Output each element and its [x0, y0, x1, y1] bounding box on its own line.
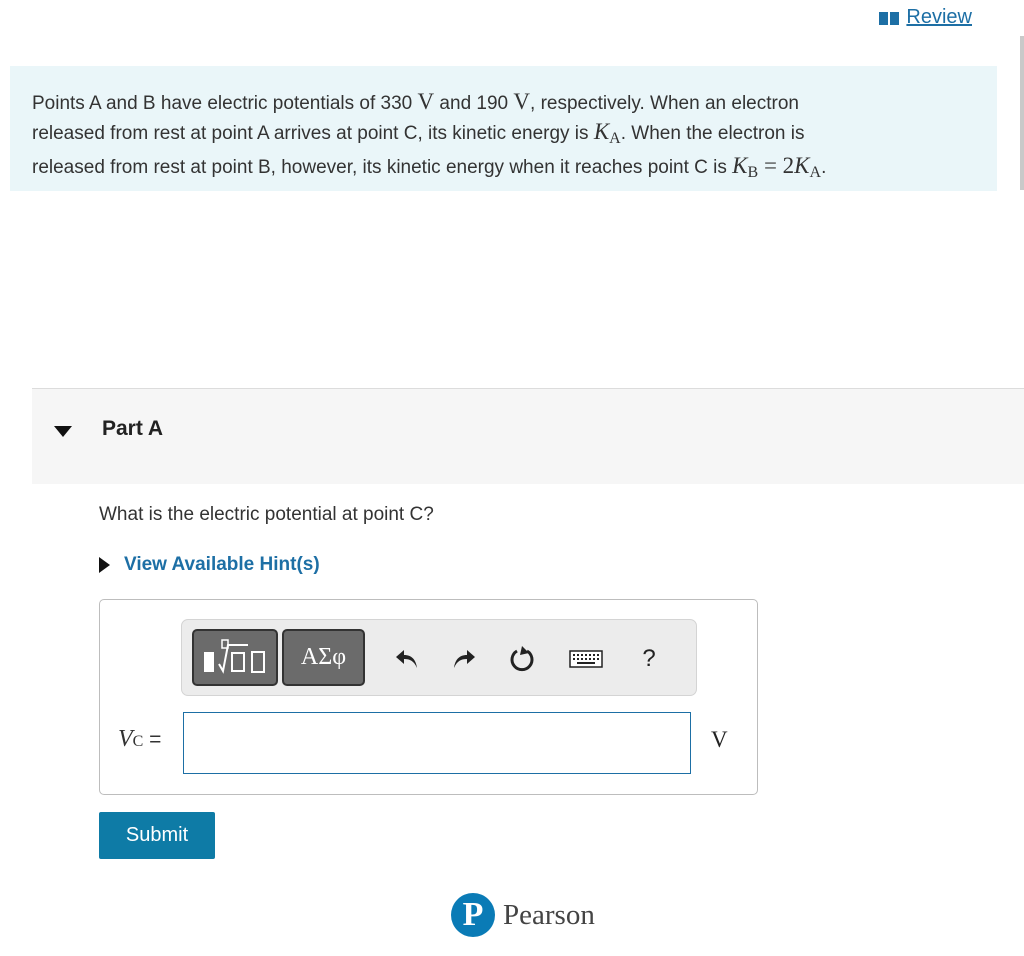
problem-line-3: released from rest at point B, however, …	[32, 153, 827, 181]
hints-label[interactable]: View Available Hint(s)	[124, 554, 320, 576]
keyboard-button[interactable]	[566, 639, 606, 679]
undo-button[interactable]	[390, 639, 424, 679]
undo-icon	[396, 650, 417, 668]
question-text: What is the electric potential at point …	[99, 504, 434, 525]
help-icon: ?	[642, 645, 656, 672]
part-a-header[interactable]: Part A	[32, 388, 1024, 484]
help-button[interactable]: ?	[632, 639, 666, 679]
templates-button[interactable]	[192, 629, 278, 686]
pearson-logo: P Pearson	[451, 893, 595, 937]
pearson-brand: Pearson	[503, 898, 595, 931]
answer-input[interactable]	[183, 712, 691, 774]
keyboard-icon	[569, 650, 603, 668]
math-toolbar: ΑΣφ ?	[181, 619, 697, 696]
submit-button[interactable]: Submit	[99, 812, 215, 859]
reset-button[interactable]	[505, 639, 539, 679]
templates-icon	[204, 639, 265, 674]
caret-down-icon[interactable]	[54, 426, 72, 437]
unit-label: V	[711, 727, 728, 752]
problem-line-1: Points A and B have electric potentials …	[32, 89, 799, 114]
greek-symbols-button[interactable]: ΑΣφ	[282, 629, 365, 686]
answer-box: ΑΣφ ? VC = V	[99, 599, 758, 795]
review-link[interactable]: Review	[878, 6, 972, 29]
redo-icon	[454, 650, 475, 668]
redo-button[interactable]	[447, 639, 481, 679]
part-title: Part A	[102, 417, 164, 440]
problem-line-2: released from rest at point A arrives at…	[32, 118, 805, 147]
variable-label: VC =	[118, 726, 162, 752]
caret-right-icon	[99, 557, 110, 573]
scrollbar[interactable]	[1020, 36, 1024, 190]
reset-icon	[510, 646, 534, 672]
view-hints-toggle[interactable]: View Available Hint(s)	[99, 554, 320, 576]
review-label[interactable]: Review	[906, 6, 972, 29]
pearson-p-icon: P	[451, 893, 495, 937]
problem-statement: Points A and B have electric potentials …	[10, 66, 997, 191]
book-icon	[879, 11, 900, 25]
